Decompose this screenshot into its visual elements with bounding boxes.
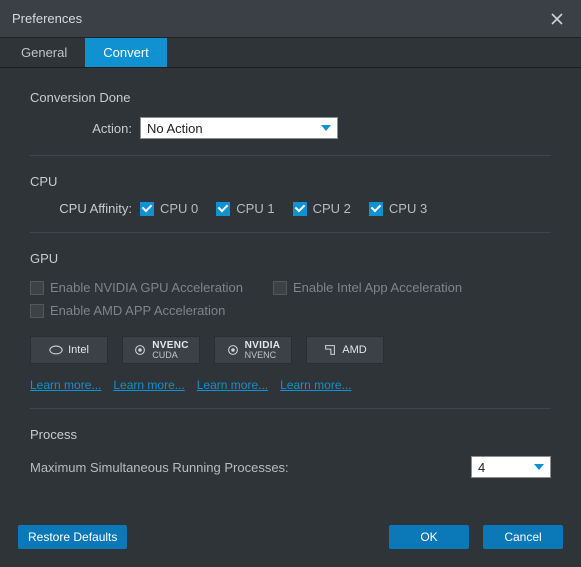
checkbox-icon xyxy=(293,202,307,216)
cpu2-label: CPU 2 xyxy=(313,201,351,216)
close-button[interactable] xyxy=(545,7,569,31)
section-conversion-done: Conversion Done xyxy=(30,90,551,105)
cpu-affinity-label: CPU Affinity: xyxy=(30,201,140,216)
cpu0-checkbox[interactable]: CPU 0 xyxy=(140,201,198,216)
learn-more-intel[interactable]: Learn more... xyxy=(30,378,101,392)
checkbox-icon xyxy=(369,202,383,216)
amd-icon xyxy=(323,343,337,357)
action-select[interactable]: No Action xyxy=(140,117,338,139)
max-processes-value: 4 xyxy=(478,460,485,475)
action-label: Action: xyxy=(30,121,140,136)
tab-convert[interactable]: Convert xyxy=(85,38,167,67)
nvidia-icon xyxy=(226,343,240,357)
nvenc-cuda-button[interactable]: NVENC CUDA xyxy=(122,336,200,364)
gpu-options: Enable NVIDIA GPU Acceleration Enable In… xyxy=(30,280,551,318)
checkbox-icon xyxy=(140,202,154,216)
cpu1-checkbox[interactable]: CPU 1 xyxy=(216,201,274,216)
cpu-affinity-group: CPU 0 CPU 1 CPU 2 CPU 3 xyxy=(140,201,427,216)
cpu3-label: CPU 3 xyxy=(389,201,427,216)
intel-accel-label: Enable Intel App Acceleration xyxy=(293,280,462,295)
max-processes-select[interactable]: 4 xyxy=(471,456,551,478)
tab-general[interactable]: General xyxy=(3,38,85,67)
amd-accel-label: Enable AMD APP Acceleration xyxy=(50,303,225,318)
learn-more-amd[interactable]: Learn more... xyxy=(280,378,351,392)
nvidia-nvenc-button[interactable]: NVIDIA NVENC xyxy=(214,336,292,364)
divider xyxy=(30,408,551,409)
amd-accel-checkbox: Enable AMD APP Acceleration xyxy=(30,303,225,318)
learn-more-nvidia-nvenc[interactable]: Learn more... xyxy=(197,378,268,392)
section-cpu: CPU xyxy=(30,174,551,189)
cpu1-label: CPU 1 xyxy=(236,201,274,216)
tab-content: Conversion Done Action: No Action CPU CP… xyxy=(0,68,581,515)
learn-more-nvenc-cuda[interactable]: Learn more... xyxy=(113,378,184,392)
tab-bar: General Convert xyxy=(0,38,581,68)
amd-button-label: AMD xyxy=(342,344,366,356)
intel-accel-checkbox: Enable Intel App Acceleration xyxy=(273,280,462,295)
section-process: Process xyxy=(30,427,551,442)
restore-defaults-button[interactable]: Restore Defaults xyxy=(18,525,127,549)
nvidia-icon xyxy=(133,343,147,357)
amd-button[interactable]: AMD xyxy=(306,336,384,364)
close-icon xyxy=(551,13,563,25)
checkbox-icon xyxy=(216,202,230,216)
action-select-value: No Action xyxy=(147,121,203,136)
gpu-button-row: Intel NVENC CUDA NVIDIA NVENC AMD xyxy=(30,336,551,364)
chevron-down-icon xyxy=(534,464,544,470)
nvidia-accel-checkbox: Enable NVIDIA GPU Acceleration xyxy=(30,280,243,295)
dialog-footer: Restore Defaults OK Cancel xyxy=(0,515,581,567)
learn-more-row: Learn more... Learn more... Learn more..… xyxy=(30,378,551,392)
window-title: Preferences xyxy=(12,11,82,26)
cpu3-checkbox[interactable]: CPU 3 xyxy=(369,201,427,216)
intel-button[interactable]: Intel xyxy=(30,336,108,364)
intel-icon xyxy=(49,343,63,357)
checkbox-icon xyxy=(30,304,44,318)
nvidia-accel-label: Enable NVIDIA GPU Acceleration xyxy=(50,280,243,295)
checkbox-icon xyxy=(30,281,44,295)
cpu0-label: CPU 0 xyxy=(160,201,198,216)
cancel-button[interactable]: Cancel xyxy=(483,525,563,549)
divider xyxy=(30,155,551,156)
nvenc-cuda-label: NVENC CUDA xyxy=(152,341,189,360)
chevron-down-icon xyxy=(321,125,331,131)
intel-button-label: Intel xyxy=(68,344,89,356)
nvidia-nvenc-label: NVIDIA NVENC xyxy=(245,341,281,360)
titlebar: Preferences xyxy=(0,0,581,38)
section-gpu: GPU xyxy=(30,251,551,266)
ok-button[interactable]: OK xyxy=(389,525,469,549)
checkbox-icon xyxy=(273,281,287,295)
divider xyxy=(30,232,551,233)
max-processes-label: Maximum Simultaneous Running Processes: xyxy=(30,460,471,475)
preferences-window: Preferences General Convert Conversion D… xyxy=(0,0,581,567)
cpu2-checkbox[interactable]: CPU 2 xyxy=(293,201,351,216)
